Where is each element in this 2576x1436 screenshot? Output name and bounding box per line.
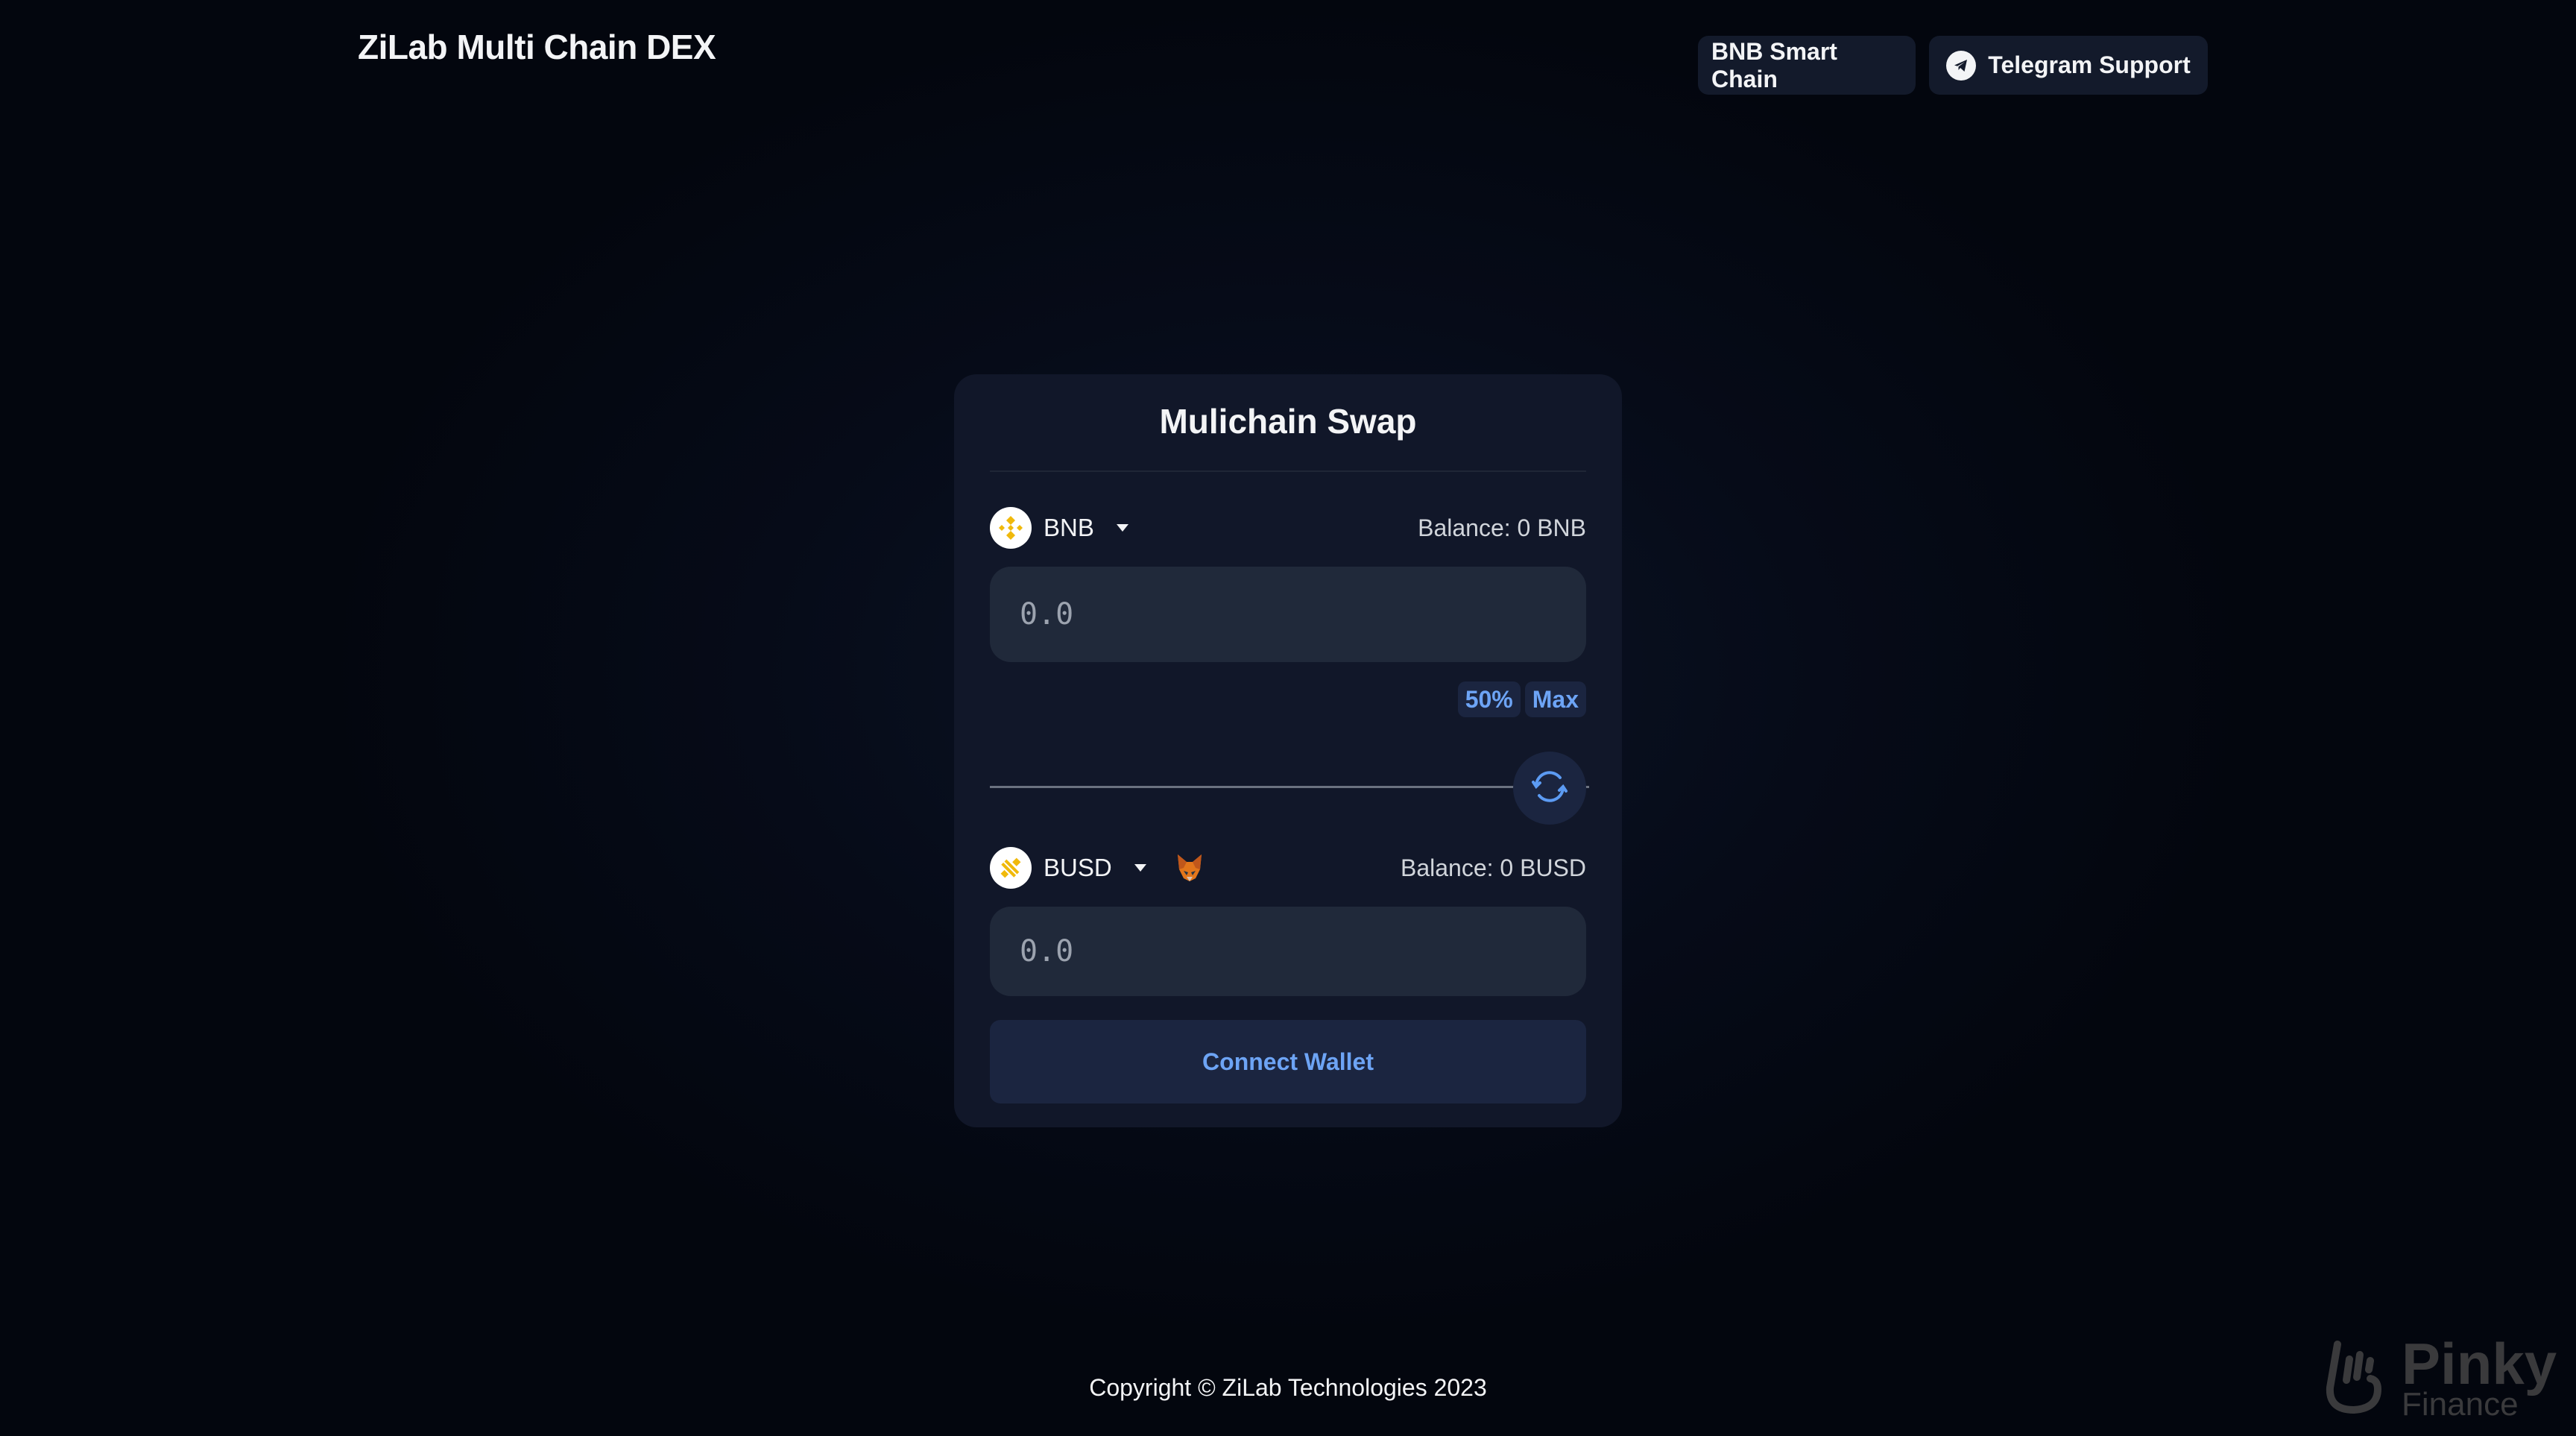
to-token-select[interactable]: BUSD: [990, 847, 1146, 889]
to-balance: Balance: 0 BUSD: [1400, 854, 1586, 881]
network-select-button[interactable]: BNB Smart Chain: [1698, 36, 1916, 95]
bnb-logo-icon: [990, 507, 1032, 549]
to-token-row: BUSD Balance: 0 BUSD: [990, 845, 1586, 890]
from-amount-input[interactable]: [990, 567, 1586, 662]
pinky-finance-watermark: Pinky Finance: [2324, 1335, 2557, 1421]
telegram-support-button[interactable]: Telegram Support: [1929, 36, 2208, 95]
to-token-symbol: BUSD: [1044, 854, 1112, 881]
watermark-sub: Finance: [2402, 1386, 2519, 1423]
quick-amount-buttons: 50% Max: [1457, 681, 1586, 717]
chevron-down-icon: [1116, 524, 1128, 532]
metamask-fox-icon[interactable]: [1173, 851, 1206, 884]
swap-divider-line: [990, 786, 1589, 788]
switch-tokens-button[interactable]: [1513, 752, 1586, 825]
swap-arrows-icon: [1527, 764, 1572, 813]
fifty-percent-button[interactable]: 50%: [1457, 681, 1521, 717]
app-title: ZiLab Multi Chain DEX: [358, 28, 716, 66]
from-token-symbol: BNB: [1044, 514, 1094, 541]
to-amount-input[interactable]: [990, 907, 1586, 996]
connect-wallet-button[interactable]: Connect Wallet: [990, 1020, 1586, 1103]
telegram-icon: [1946, 50, 1977, 81]
footer-copyright: Copyright © ZiLab Technologies 2023: [1089, 1374, 1487, 1401]
max-button[interactable]: Max: [1524, 681, 1586, 717]
swap-card: Mulichain Swap BNB Balance: 0 BNB 0.0 50…: [954, 374, 1622, 1127]
from-token-select[interactable]: BNB: [990, 507, 1128, 549]
busd-logo-icon: [990, 847, 1032, 889]
chevron-down-icon: [1134, 864, 1146, 872]
pinky-hand-icon: [2324, 1335, 2391, 1421]
watermark-name: Pinky: [2402, 1331, 2557, 1396]
from-token-row: BNB Balance: 0 BNB: [990, 506, 1586, 550]
network-label: BNB Smart Chain: [1711, 37, 1837, 92]
card-divider: [990, 470, 1586, 472]
telegram-support-label: Telegram Support: [1988, 51, 2191, 78]
from-balance: Balance: 0 BNB: [1418, 514, 1586, 541]
swap-card-title: Mulichain Swap: [1159, 402, 1417, 441]
